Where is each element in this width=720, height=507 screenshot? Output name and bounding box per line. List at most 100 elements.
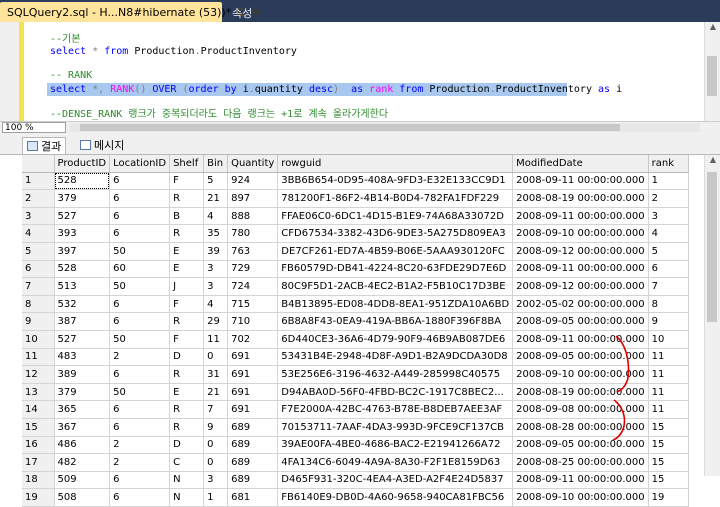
results-grid[interactable]: ProductID LocationID Shelf Bin Quantity rowgu… [22,155,689,507]
grid-cell[interactable]: 29 [203,312,229,331]
grid-cell[interactable]: 7 [203,400,229,419]
table-row[interactable]: 17 482 2 C 0 689 4FA134C6-6049-4A9A-8A30-F2F1E… [22,453,689,472]
grid-cell[interactable]: 6 [109,189,171,208]
table-row[interactable]: 3 527 6 B 4 888 FFAE06C0-6DC1-4D15-B1E9-74A68A… [22,207,689,226]
grid-cell[interactable]: R [169,418,205,437]
editor-scroll-thumb[interactable] [707,56,717,96]
grid-cell[interactable]: 6 [109,172,171,191]
grid-cell[interactable]: 2008-09-11 00:00:00.000 [512,471,649,490]
grid-cell[interactable]: R [169,189,205,208]
grid-cell[interactable]: 2008-09-10 00:00:00.000 [512,224,649,243]
grid-cell[interactable]: 6 [648,260,689,279]
grid-cell[interactable]: 527 [54,330,111,349]
grid-cell[interactable]: 365 [54,400,111,419]
grid-cell[interactable]: 1 [203,488,229,507]
grid-cell[interactable]: 11 [648,400,689,419]
grid-cell[interactable]: 528 [54,260,111,279]
grid-scroll-thumb[interactable] [707,172,717,322]
row-number[interactable]: 1 [22,172,55,191]
grid-cell[interactable]: 10 [648,330,689,349]
grid-cell[interactable]: F [169,295,205,314]
table-row[interactable]: 8 532 6 F 4 715 B4B13895-ED08-4DD8-8EA1-951ZDA… [22,295,689,314]
grid-cell[interactable]: 6 [109,312,171,331]
grid-cell[interactable]: 681 [227,488,279,507]
row-number[interactable]: 3 [22,207,55,226]
row-number[interactable]: 12 [22,365,55,384]
grid-cell[interactable]: C [169,453,205,472]
grid-cell[interactable]: 486 [54,436,111,455]
grid-cell[interactable]: 715 [227,295,279,314]
grid-cell[interactable]: 50 [109,242,171,261]
grid-cell[interactable]: 6 [109,295,171,314]
code-line-7[interactable]: --DENSE_RANK 랭크가 중복되더라도 다음 랭크는 +1로 계속 올라… [50,109,388,121]
row-number[interactable]: 15 [22,418,55,437]
grid-cell[interactable]: 53431B4E-2948-4D8F-A9D1-B2A9DCDA30D8 [277,348,514,367]
grid-cell[interactable]: 702 [227,330,279,349]
grid-cell[interactable]: 2008-08-19 00:00:00.000 [512,189,649,208]
grid-cell[interactable]: 2008-09-10 00:00:00.000 [512,488,649,507]
grid-cell[interactable]: 888 [227,207,279,226]
table-row[interactable]: 1 528 6 F 5 924 3BB6B654-0D95-408A-9FD3-E32E13… [22,172,689,191]
grid-cell[interactable]: D465F931-320C-4EA4-A3ED-A2F4E24D5837 [277,471,514,490]
column-header[interactable]: Quantity [227,155,279,173]
grid-cell[interactable]: R [169,400,205,419]
column-header[interactable]: Bin [203,155,229,173]
grid-cell[interactable]: E [169,383,205,402]
grid-cell[interactable]: 763 [227,242,279,261]
grid-cell[interactable]: 781200F1-86F2-4B14-B0D4-782FA1FDF229 [277,189,514,208]
column-header[interactable]: ModifiedDate [512,155,649,173]
table-row[interactable]: 16 486 2 D 0 689 39AE00FA-4BE0-4686-BAC2-E2194… [22,436,689,455]
grid-cell[interactable]: 4FA134C6-6049-4A9A-8A30-F2F1E8159D63 [277,453,514,472]
table-row[interactable]: 10 527 50 F 11 702 6D440CE3-36A6-4D79-90F9-46B… [22,330,689,349]
grid-cell[interactable]: 53E256E6-3196-4632-A449-285998C40575 [277,365,514,384]
row-number[interactable]: 17 [22,453,55,472]
grid-corner[interactable] [22,155,55,173]
grid-cell[interactable]: 532 [54,295,111,314]
grid-cell[interactable]: 6 [109,365,171,384]
grid-cell[interactable]: 691 [227,383,279,402]
grid-cell[interactable]: FFAE06C0-6DC1-4D15-B1E9-74A68A33072D [277,207,514,226]
grid-cell[interactable]: 9 [648,312,689,331]
query-editor[interactable] [0,22,720,121]
grid-cell[interactable]: 3 [648,207,689,226]
grid-cell[interactable]: 897 [227,189,279,208]
grid-cell[interactable]: 689 [227,453,279,472]
table-row[interactable]: 9 387 6 R 29 710 6B8A8F43-0EA9-419A-BB6A-1880F… [22,312,689,331]
zoom-select[interactable]: 100 % [2,122,66,133]
grid-cell[interactable]: J [169,277,205,296]
row-number[interactable]: 19 [22,488,55,507]
grid-cell[interactable]: 2008-09-11 00:00:00.000 [512,207,649,226]
code-line-4[interactable]: -- RANK [50,70,92,82]
table-row[interactable]: 5 397 50 E 39 763 DE7CF261-ED7A-4B59-B06E-5AAA… [22,242,689,261]
column-header[interactable]: Shelf [169,155,205,173]
row-number[interactable]: 11 [22,348,55,367]
grid-cell[interactable]: 689 [227,418,279,437]
grid-cell[interactable]: 367 [54,418,111,437]
row-number[interactable]: 6 [22,260,55,279]
grid-cell[interactable]: 513 [54,277,111,296]
row-number[interactable]: 16 [22,436,55,455]
grid-cell[interactable]: 2002-05-02 00:00:00.000 [512,295,649,314]
grid-cell[interactable]: 482 [54,453,111,472]
column-header[interactable]: LocationID [109,155,171,173]
grid-cell[interactable]: 691 [227,348,279,367]
row-number[interactable]: 4 [22,224,55,243]
tab-sqlquery2[interactable]: SQLQuery2.sql - H...N8#hibernate (53))* … [0,2,261,22]
grid-cell[interactable]: 19 [648,488,689,507]
grid-cell[interactable]: 387 [54,312,111,331]
code-line-5[interactable]: select *, RANK() OVER (order by i.quanti… [50,84,622,96]
grid-cell[interactable]: 2008-09-11 00:00:00.000 [512,172,649,191]
grid-cell[interactable]: 9 [203,418,229,437]
column-header[interactable]: rank [648,155,689,173]
grid-cell[interactable]: R [169,365,205,384]
grid-cell[interactable]: 6 [109,400,171,419]
grid-cell[interactable]: 5 [203,172,229,191]
grid-cell[interactable]: 6 [109,207,171,226]
grid-cell[interactable]: 11 [648,365,689,384]
grid-cell[interactable]: F [169,330,205,349]
grid-cell[interactable]: 39AE00FA-4BE0-4686-BAC2-E21941266A72 [277,436,514,455]
grid-cell[interactable]: 2 [648,189,689,208]
grid-cell[interactable]: 15 [648,418,689,437]
grid-cell[interactable]: 3 [203,277,229,296]
grid-cell[interactable]: 528 [54,172,111,191]
